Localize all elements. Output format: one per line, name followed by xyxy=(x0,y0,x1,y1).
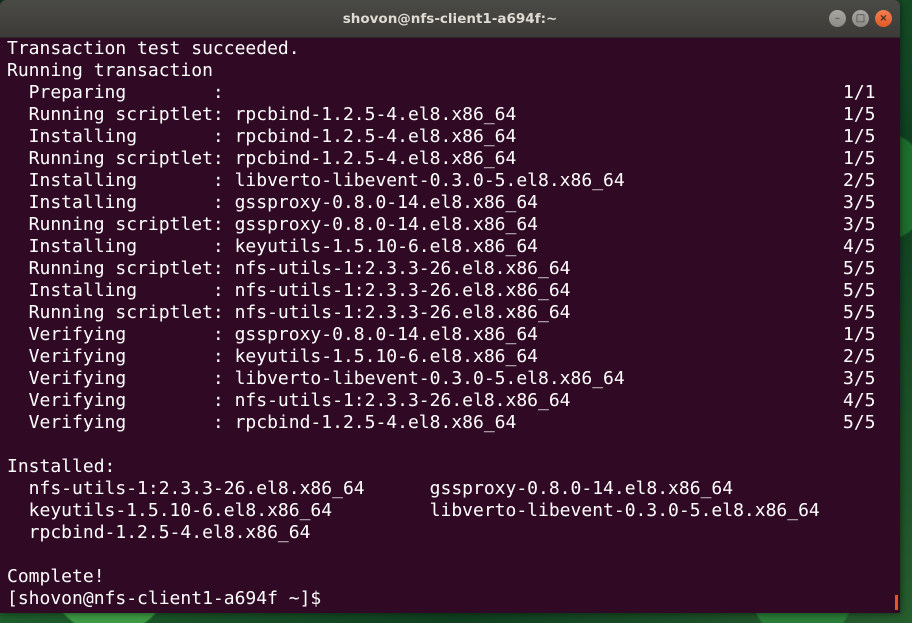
step-line: Verifying : rpcbind-1.2.5-4.el8.x86_64 xyxy=(7,412,517,433)
scrollbar[interactable] xyxy=(895,595,898,610)
window-title: shovon@nfs-client1-a694f:~ xyxy=(342,10,558,27)
step-line: Installing : gssproxy-0.8.0-14.el8.x86_6… xyxy=(7,192,539,213)
close-icon[interactable]: × xyxy=(875,10,892,27)
step-line: Running scriptlet: gssproxy-0.8.0-14.el8… xyxy=(7,214,539,235)
step-count: 3/5 xyxy=(843,368,876,389)
step-line: Running scriptlet: rpcbind-1.2.5-4.el8.x… xyxy=(7,104,517,125)
step-line: Preparing : xyxy=(7,82,224,103)
step-count: 5/5 xyxy=(843,258,876,279)
step-line: Installing : rpcbind-1.2.5-4.el8.x86_64 xyxy=(7,126,517,147)
title-bar[interactable]: shovon@nfs-client1-a694f:~ – □ × xyxy=(0,0,900,38)
step-count: 3/5 xyxy=(843,192,876,213)
installed-line: nfs-utils-1:2.3.3-26.el8.x86_64 gssproxy… xyxy=(7,478,734,499)
window-controls: – □ × xyxy=(829,10,892,27)
step-line: Verifying : gssproxy-0.8.0-14.el8.x86_64 xyxy=(7,324,539,345)
step-line: Installing : keyutils-1.5.10-6.el8.x86_6… xyxy=(7,236,539,257)
step-count: 3/5 xyxy=(843,214,876,235)
step-count: 1/5 xyxy=(843,148,876,169)
step-count: 5/5 xyxy=(843,412,876,433)
installed-line: rpcbind-1.2.5-4.el8.x86_64 xyxy=(7,522,311,543)
output-line: Running transaction xyxy=(7,60,213,81)
step-count: 4/5 xyxy=(843,390,876,411)
step-count: 1/1 xyxy=(843,82,876,103)
minimize-icon[interactable]: – xyxy=(829,10,846,27)
step-line: Installing : nfs-utils-1:2.3.3-26.el8.x8… xyxy=(7,280,571,301)
step-line: Running scriptlet: nfs-utils-1:2.3.3-26.… xyxy=(7,258,571,279)
maximize-icon[interactable]: □ xyxy=(852,10,869,27)
step-count: 1/5 xyxy=(843,104,876,125)
shell-prompt[interactable]: [shovon@nfs-client1-a694f ~]$ xyxy=(7,588,321,610)
terminal-output[interactable]: Transaction test succeeded. Running tran… xyxy=(7,38,900,613)
step-count: 2/5 xyxy=(843,346,876,367)
step-count: 5/5 xyxy=(843,280,876,301)
step-line: Running scriptlet: rpcbind-1.2.5-4.el8.x… xyxy=(7,148,517,169)
installed-heading: Installed: xyxy=(7,456,116,477)
complete-message: Complete! xyxy=(7,566,105,587)
step-line: Running scriptlet: nfs-utils-1:2.3.3-26.… xyxy=(7,302,571,323)
terminal-window: shovon@nfs-client1-a694f:~ – □ × Transac… xyxy=(0,0,900,613)
step-count: 1/5 xyxy=(843,126,876,147)
step-count: 4/5 xyxy=(843,236,876,257)
step-count: 5/5 xyxy=(843,302,876,323)
installed-line: keyutils-1.5.10-6.el8.x86_64 libverto-li… xyxy=(7,500,820,521)
step-line: Verifying : nfs-utils-1:2.3.3-26.el8.x86… xyxy=(7,390,571,411)
step-line: Installing : libverto-libevent-0.3.0-5.e… xyxy=(7,170,625,191)
output-line: Transaction test succeeded. xyxy=(7,38,300,59)
step-count: 1/5 xyxy=(843,324,876,345)
step-count: 2/5 xyxy=(843,170,876,191)
step-line: Verifying : libverto-libevent-0.3.0-5.el… xyxy=(7,368,625,389)
step-line: Verifying : keyutils-1.5.10-6.el8.x86_64 xyxy=(7,346,539,367)
